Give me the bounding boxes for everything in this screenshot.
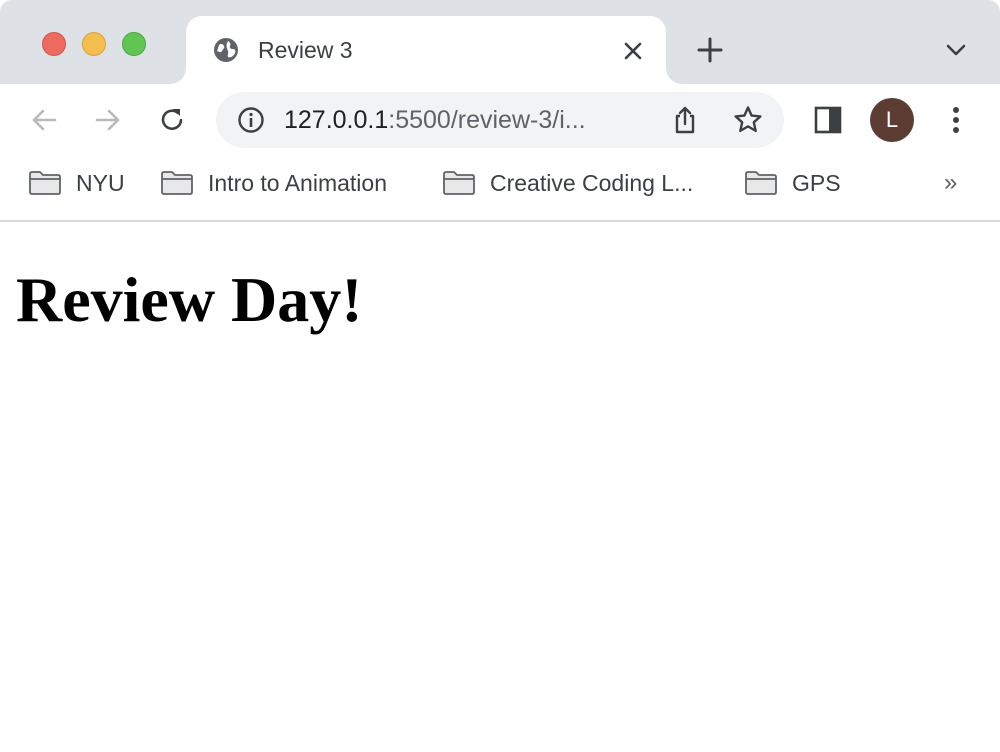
folder-icon (29, 171, 61, 195)
bookmarks-bar: NYU Intro to Animation Creative Coding L… (0, 156, 1000, 222)
page-heading: Review Day! (16, 264, 363, 335)
kebab-menu-icon[interactable] (940, 104, 972, 136)
profile-avatar[interactable]: L (870, 98, 914, 142)
plus-icon[interactable] (694, 34, 726, 66)
bookmark-label: Creative Coding L... (490, 169, 694, 196)
share-icon[interactable] (670, 104, 700, 136)
arrow-left-icon[interactable] (28, 104, 60, 136)
url-path: :5500/review-3/i... (388, 106, 586, 134)
bookmark-label: NYU (76, 169, 125, 196)
page-content: Review Day! (0, 222, 1000, 752)
bookmark-folder-creative-coding[interactable]: Creative Coding L... (442, 168, 693, 198)
bookmark-folder-nyu[interactable]: NYU (28, 168, 125, 198)
url-text: 127.0.0.1:5500/review-3/i... (284, 104, 586, 136)
folder-icon (745, 171, 777, 195)
url-host: 127.0.0.1 (284, 106, 389, 134)
bookmark-label: GPS (792, 169, 841, 196)
reload-icon[interactable] (156, 104, 188, 136)
window-minimize-button[interactable] (82, 32, 106, 56)
address-bar[interactable]: 127.0.0.1:5500/review-3/i... (216, 92, 784, 148)
tab-review-3[interactable]: Review 3 (186, 16, 666, 84)
tab-strip: Review 3 (0, 0, 1000, 84)
toolbar: 127.0.0.1:5500/review-3/i... L (0, 84, 1000, 156)
bookmark-folder-intro-to-animation[interactable]: Intro to Animation (160, 168, 387, 198)
chevron-down-icon[interactable] (942, 38, 970, 62)
arrow-right-icon[interactable] (92, 104, 124, 136)
bookmark-label: Intro to Animation (208, 169, 387, 196)
globe-icon (214, 38, 238, 62)
info-icon[interactable] (236, 105, 266, 135)
window-maximize-button[interactable] (122, 32, 146, 56)
window-close-button[interactable] (42, 32, 66, 56)
side-panel-icon[interactable] (812, 104, 844, 136)
bookmark-folder-gps[interactable]: GPS (744, 168, 841, 198)
browser-window: Review 3 127.0.0.1:5500/review-3/i... L … (0, 0, 1000, 752)
star-icon[interactable] (732, 104, 764, 136)
tab-title: Review 3 (258, 37, 353, 63)
close-icon[interactable] (620, 38, 646, 64)
bookmarks-overflow-button[interactable]: » (944, 168, 957, 198)
folder-icon (161, 171, 193, 195)
folder-icon (443, 171, 475, 195)
